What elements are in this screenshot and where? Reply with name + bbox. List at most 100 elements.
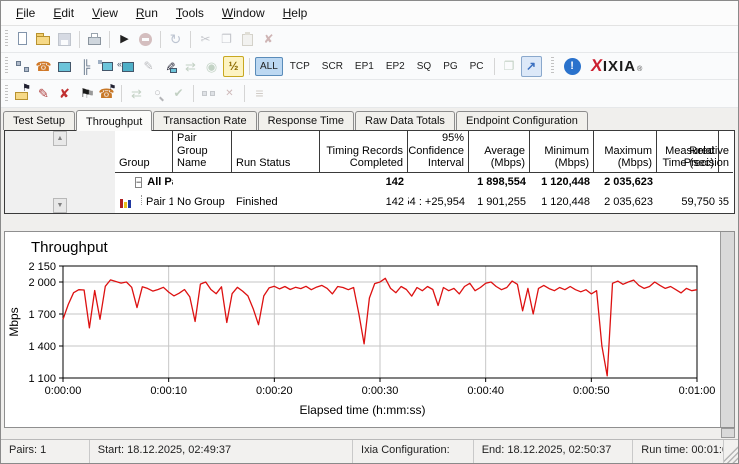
menu-file[interactable]: File <box>7 3 44 23</box>
table-vertical-scrollbar[interactable]: ▲ ▼ <box>5 131 115 213</box>
view-filter-scr[interactable]: SCR <box>317 57 348 76</box>
toolbar-grip[interactable] <box>5 57 8 75</box>
ixia-logo-mark: X <box>589 56 604 75</box>
chart-scrollbar-button[interactable] <box>721 428 735 438</box>
empty-cell <box>719 173 733 191</box>
add-hardware-pair-icon[interactable] <box>117 57 137 76</box>
status-start: Start: 18.12.2025, 02:49:37 <box>88 440 352 463</box>
toolbar-grip[interactable] <box>550 57 554 75</box>
view-filter-tcp[interactable]: TCP <box>285 57 315 76</box>
all-pairs-minimum: 1 120,448 <box>541 176 590 188</box>
resize-grip[interactable] <box>724 440 738 463</box>
col-header-pair-group-name[interactable]: Pair Group Name <box>173 131 232 173</box>
menu-run[interactable]: Run <box>127 3 167 23</box>
print-icon[interactable] <box>85 30 104 49</box>
menu-help[interactable]: Help <box>274 3 317 23</box>
col-header-run-status[interactable]: Run Status <box>232 131 320 173</box>
stop-test-icon <box>136 30 155 49</box>
svg-text:0:00:50: 0:00:50 <box>573 385 610 397</box>
show-pair-numbers-icon[interactable] <box>223 55 244 77</box>
all-pairs-average: 1 898,554 <box>477 176 526 188</box>
toolbar-separator <box>249 57 250 75</box>
pair-group-name-cell: No Group <box>177 196 225 208</box>
call-setup-icon[interactable] <box>97 83 116 103</box>
add-multicast-group-icon[interactable] <box>76 57 95 76</box>
tab-test-setup[interactable]: Test Setup <box>3 111 75 130</box>
scroll-down-button[interactable]: ▼ <box>53 198 67 213</box>
bottom-gap <box>1 428 738 439</box>
save-results-icon[interactable] <box>13 83 32 103</box>
col-header-confidence-interval[interactable]: 95% Confidence Interval <box>408 131 469 173</box>
toolbar-separator <box>193 85 194 102</box>
svg-text:2 000: 2 000 <box>28 277 56 289</box>
pair-confidence-interval: -25,954 : +25,954 <box>408 196 465 208</box>
view-filter-pc[interactable]: PC <box>465 57 489 76</box>
toolbar-run <box>1 80 738 108</box>
svg-text:1 100: 1 100 <box>28 373 56 385</box>
collapse-expander[interactable] <box>135 176 143 188</box>
status-end: End: 18.12.2025, 02:50:37 <box>472 440 633 463</box>
edit-run-options-icon[interactable] <box>34 84 53 103</box>
paste-icon <box>238 30 257 49</box>
reload-icon <box>166 30 185 49</box>
menu-tools[interactable]: Tools <box>167 3 213 23</box>
registered-mark: ® <box>637 66 643 73</box>
scroll-up-button[interactable]: ▲ <box>53 131 67 146</box>
toolbar-grip[interactable] <box>5 84 8 103</box>
col-header-average[interactable]: Average (Mbps) <box>469 131 530 173</box>
pair-minimum: 1 120,448 <box>541 196 590 208</box>
compare-results-icon[interactable] <box>76 84 95 103</box>
web-configuration-icon <box>202 57 221 76</box>
run-test-icon[interactable] <box>115 30 134 49</box>
view-filter-ep1[interactable]: EP1 <box>350 57 379 76</box>
tab-raw-data-totals[interactable]: Raw Data Totals <box>355 111 455 130</box>
view-filter-pg[interactable]: PG <box>438 57 462 76</box>
col-header-minimum[interactable]: Minimum (Mbps) <box>530 131 594 173</box>
table-row-pair-1[interactable]: Pair 1 <box>115 191 173 213</box>
svg-text:0:00:20: 0:00:20 <box>256 385 293 397</box>
new-document-icon[interactable] <box>13 30 32 49</box>
copy-results-icon <box>500 57 519 76</box>
col-header-maximum[interactable]: Maximum (Mbps) <box>594 131 657 173</box>
menu-edit[interactable]: Edit <box>44 3 83 23</box>
replicate-pair-icon <box>181 57 200 76</box>
view-filter-sq[interactable]: SQ <box>412 57 436 76</box>
status-pairs: Pairs: 1 <box>9 444 47 456</box>
unlink-pairs-icon <box>220 84 239 103</box>
save-test-icon <box>55 30 74 49</box>
col-header-group[interactable]: Group <box>115 131 173 173</box>
toolbar-separator <box>109 30 110 48</box>
chart-title: Throughput <box>31 239 108 256</box>
col-header-timing-records[interactable]: Timing Records Completed <box>320 131 408 173</box>
toolbar-separator <box>121 85 122 102</box>
menu-view[interactable]: View <box>83 3 127 23</box>
tab-throughput[interactable]: Throughput <box>75 110 153 131</box>
add-pair-icon[interactable] <box>13 57 32 76</box>
abort-run-icon[interactable] <box>55 84 74 103</box>
pair-label: Pair 1 <box>146 196 173 208</box>
edit-console-icon[interactable] <box>160 57 179 76</box>
empty-cell <box>657 173 719 191</box>
view-filter-ep2[interactable]: EP2 <box>381 57 410 76</box>
col-header-relative-precision[interactable]: Relative Precision <box>684 131 733 173</box>
tab-transaction-rate[interactable]: Transaction Rate <box>153 111 257 130</box>
open-test-icon[interactable] <box>34 30 53 49</box>
export-results-icon[interactable] <box>520 55 542 77</box>
add-video-multicast-group-icon[interactable] <box>97 57 116 76</box>
view-filter-all[interactable]: ALL <box>255 56 283 76</box>
validate-icon <box>169 84 188 103</box>
add-video-pair-icon[interactable] <box>55 57 74 76</box>
toolbar-grip[interactable] <box>5 30 8 48</box>
empty-cell <box>408 173 469 191</box>
menu-window[interactable]: Window <box>213 3 274 23</box>
chart-vertical-scrollbar[interactable] <box>720 232 734 427</box>
group-label: All Pairs <box>147 176 173 188</box>
table-row-all-pairs[interactable]: All Pairs <box>115 173 173 191</box>
add-voip-pair-icon[interactable] <box>34 57 53 76</box>
tab-endpoint-configuration[interactable]: Endpoint Configuration <box>455 111 588 130</box>
svg-text:0:00:30: 0:00:30 <box>362 385 399 397</box>
info-button[interactable]: ! <box>563 57 581 75</box>
tab-response-time[interactable]: Response Time <box>257 111 355 130</box>
run-status-cell: Finished <box>236 196 278 208</box>
throughput-chart: 1 100 1 400 1 700 2 000 2 150 0:00:00 0:00:10 0… <box>7 261 715 397</box>
